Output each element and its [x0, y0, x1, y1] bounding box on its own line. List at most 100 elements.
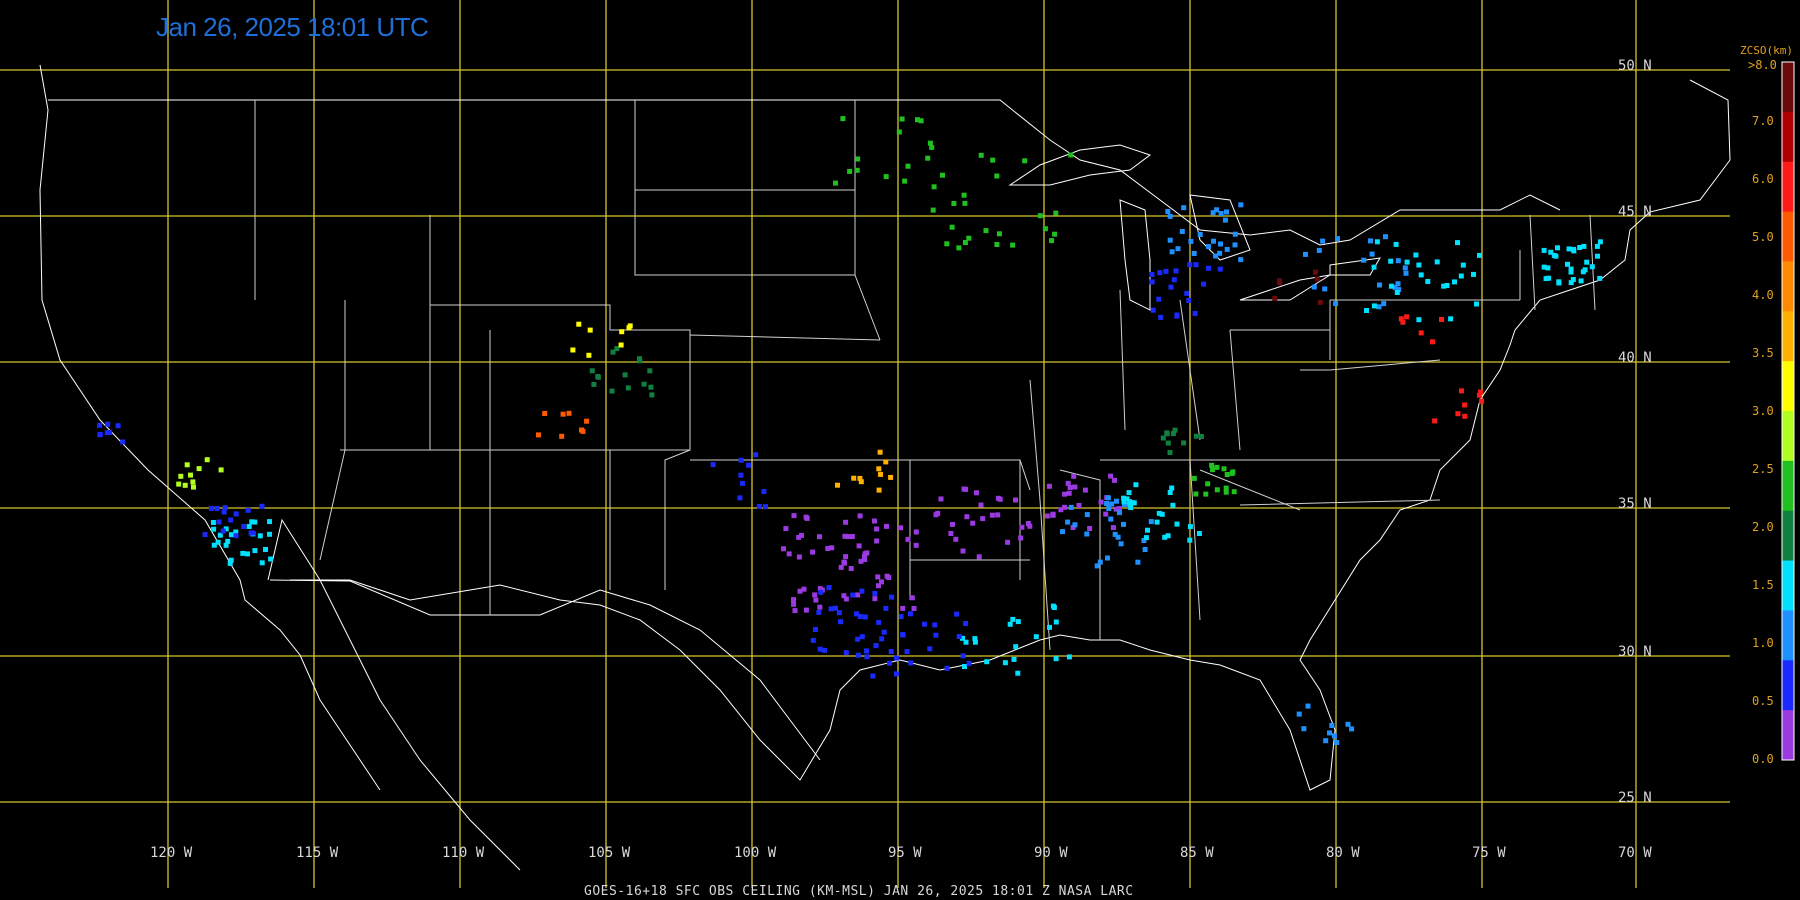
station-marker — [1541, 247, 1547, 253]
station-marker — [925, 155, 931, 161]
station-marker — [1105, 495, 1111, 501]
station-marker — [1084, 531, 1090, 537]
station-marker — [1565, 261, 1570, 267]
station-marker — [591, 381, 597, 387]
station-marker — [619, 329, 625, 335]
station-marker — [872, 518, 877, 524]
station-marker — [1198, 434, 1204, 439]
station-marker — [1192, 310, 1198, 316]
station-marker — [1213, 253, 1219, 259]
station-marker — [105, 421, 111, 427]
station-marker — [1174, 313, 1180, 319]
station-marker — [1167, 213, 1173, 219]
station-marker — [1369, 251, 1375, 257]
station-marker — [816, 609, 822, 615]
station-marker — [1181, 205, 1187, 211]
station-marker — [828, 606, 834, 612]
station-marker — [1186, 297, 1192, 303]
station-marker — [1479, 398, 1485, 404]
station-marker — [843, 650, 849, 656]
station-marker — [874, 526, 880, 532]
station-marker — [1221, 466, 1227, 472]
station-marker — [1570, 277, 1576, 282]
station-marker — [899, 116, 905, 122]
station-marker — [1206, 244, 1211, 250]
station-marker — [1142, 547, 1148, 552]
station-marker — [1441, 283, 1447, 289]
station-marker — [803, 607, 809, 613]
station-marker — [1541, 264, 1547, 270]
station-marker — [812, 592, 818, 598]
station-marker — [856, 543, 862, 549]
station-marker — [940, 172, 945, 178]
station-marker — [228, 517, 234, 523]
station-marker — [115, 423, 121, 429]
station-marker — [1065, 480, 1071, 486]
station-marker — [1167, 490, 1173, 495]
colorbar-top-label: >8.0 — [1748, 58, 1777, 72]
station-marker — [1211, 238, 1216, 244]
station-marker — [929, 144, 935, 150]
station-marker — [1104, 501, 1110, 506]
station-marker — [1149, 272, 1155, 277]
station-marker — [570, 347, 576, 353]
station-marker — [1571, 246, 1576, 252]
station-marker — [1013, 497, 1018, 503]
station-marker — [1193, 433, 1199, 439]
station-marker — [996, 231, 1002, 237]
station-marker — [587, 327, 593, 333]
station-marker — [932, 622, 938, 628]
station-marker — [1224, 472, 1230, 477]
station-marker — [1452, 279, 1457, 285]
station-marker — [781, 546, 786, 552]
colorbar-segment — [1782, 560, 1794, 611]
station-marker — [870, 673, 876, 679]
station-marker — [1238, 257, 1244, 263]
station-marker — [888, 474, 894, 480]
station-marker — [1477, 252, 1482, 258]
station-marker — [1413, 252, 1419, 258]
station-marker — [1229, 470, 1235, 476]
station-marker — [1232, 231, 1238, 237]
station-marker — [1047, 624, 1052, 630]
station-marker — [1459, 388, 1464, 394]
station-marker — [216, 519, 222, 525]
station-marker — [1418, 272, 1424, 278]
colorbar-title: ZCSO(km) — [1740, 44, 1793, 57]
station-marker — [1175, 246, 1181, 252]
station-marker — [791, 513, 797, 519]
station-marker — [841, 559, 847, 565]
station-marker — [1584, 259, 1590, 265]
station-marker — [1181, 440, 1187, 446]
station-marker — [1156, 296, 1162, 302]
station-marker — [1167, 237, 1173, 243]
station-marker — [963, 486, 969, 492]
station-marker — [900, 605, 906, 611]
station-marker — [859, 588, 865, 594]
station-marker — [1381, 301, 1387, 307]
station-marker — [1581, 243, 1587, 249]
station-marker — [845, 534, 851, 540]
station-marker — [822, 647, 827, 653]
station-marker — [930, 207, 936, 213]
station-marker — [1087, 526, 1093, 531]
station-marker — [913, 529, 919, 535]
station-marker — [1335, 236, 1340, 242]
station-marker — [1364, 308, 1369, 313]
lake-superior — [1008, 144, 1152, 186]
station-marker — [1015, 670, 1021, 676]
cb-tick-7-0: 7.0 — [1752, 114, 1774, 128]
station-marker — [974, 490, 979, 496]
station-marker — [595, 374, 601, 380]
station-marker — [1595, 253, 1600, 259]
station-marker — [833, 180, 838, 186]
station-marker — [835, 482, 840, 488]
station-marker — [843, 554, 849, 560]
station-marker — [240, 550, 246, 556]
station-marker — [245, 507, 251, 513]
station-marker — [252, 519, 258, 525]
station-observations — [97, 116, 1603, 745]
station-marker — [1458, 273, 1464, 279]
station-marker — [953, 536, 959, 542]
station-marker — [990, 157, 996, 163]
